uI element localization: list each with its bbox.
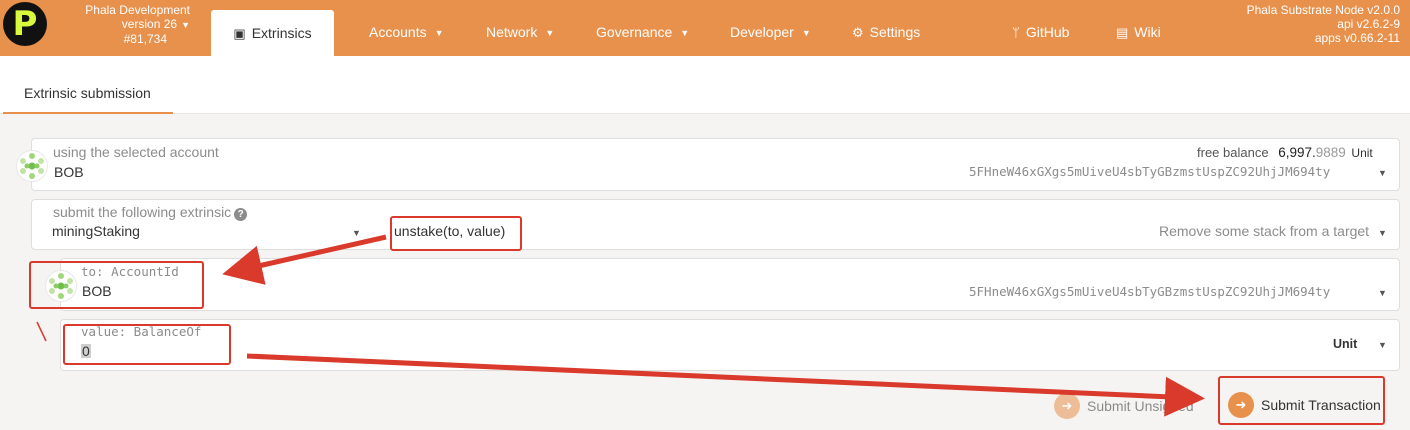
- annotation-arrows: [36, 234, 1205, 417]
- arrow-value-to-submit: [246, 353, 1205, 417]
- arrow-to-value: [36, 321, 47, 342]
- arrow-method-to-param: [222, 234, 387, 285]
